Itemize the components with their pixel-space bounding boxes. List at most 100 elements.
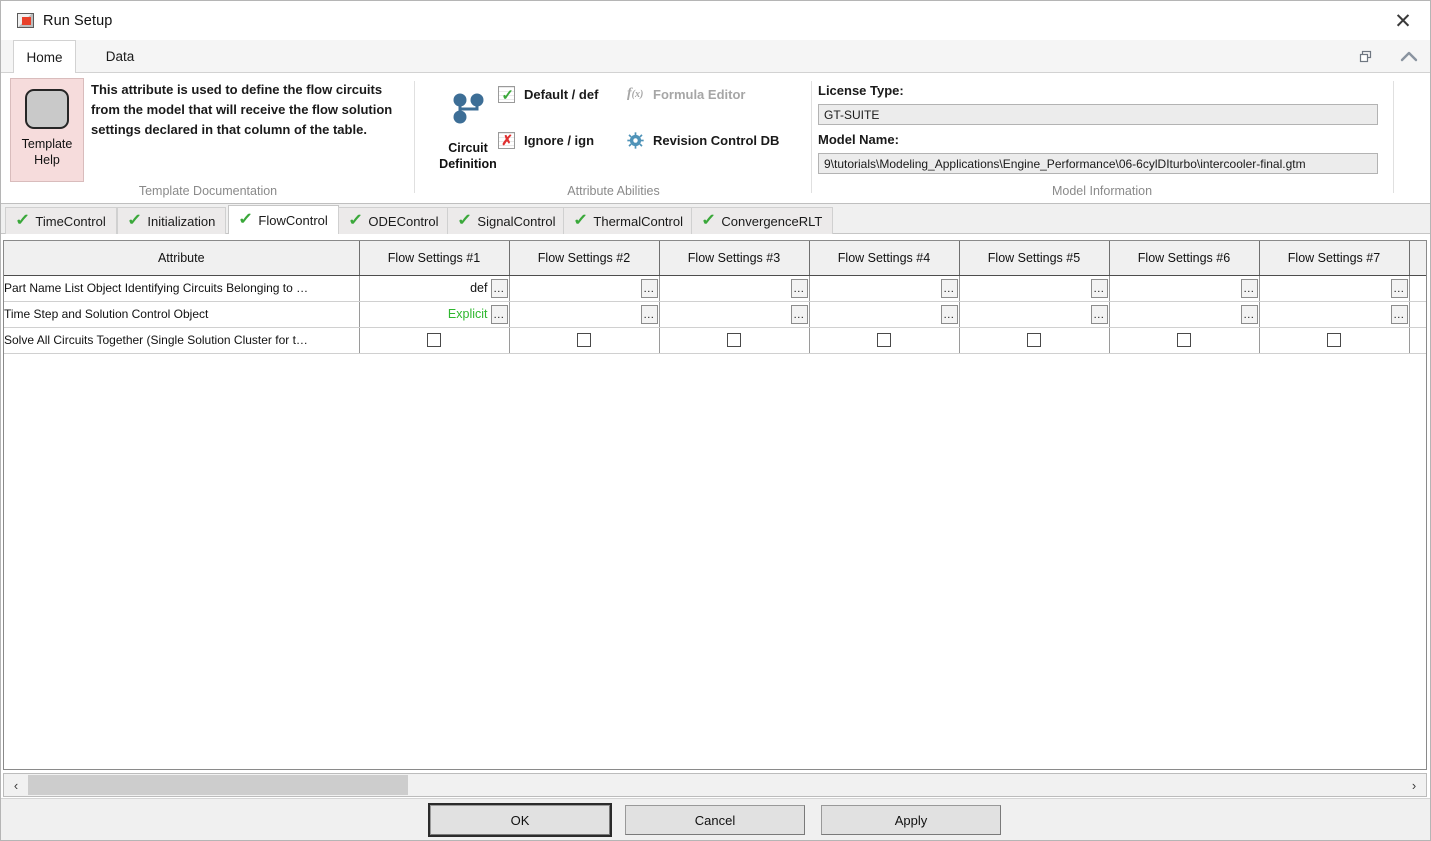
ok-button[interactable]: OK: [428, 803, 612, 837]
tab-odecontrol[interactable]: ✓ ODEControl: [338, 207, 450, 234]
tab-signalcontrol[interactable]: ✓ SignalControl: [447, 207, 567, 234]
cell-r0c2[interactable]: ...: [509, 275, 660, 302]
check-icon: ✓: [347, 212, 364, 229]
license-type-label: License Type:: [818, 83, 904, 98]
table-row[interactable]: Solve All Circuits Together (Single Solu…: [4, 327, 1426, 354]
ellipsis-button[interactable]: ...: [640, 278, 658, 298]
cell-r2c8-overflow[interactable]: [1409, 327, 1426, 354]
ability-formula-editor[interactable]: f(x) Formula Editor: [627, 86, 745, 102]
cell-r1c1[interactable]: Explicit ...: [359, 301, 510, 328]
ellipsis-button[interactable]: ...: [640, 304, 658, 324]
scrollbar-thumb[interactable]: [28, 775, 408, 795]
cell-r2c6[interactable]: [1109, 327, 1260, 354]
tab-timecontrol[interactable]: ✓ TimeControl: [5, 207, 117, 234]
tab-timecontrol-label: TimeControl: [35, 213, 106, 229]
collapse-ribbon-icon[interactable]: [1400, 49, 1418, 65]
ellipsis-button[interactable]: ...: [490, 278, 508, 298]
cell-r1c5[interactable]: ...: [959, 301, 1110, 328]
cell-r0c4[interactable]: ...: [809, 275, 960, 302]
template-help-button[interactable]: Template Help: [10, 78, 84, 182]
ellipsis-button[interactable]: ...: [1240, 278, 1258, 298]
cell-r1c3[interactable]: ...: [659, 301, 810, 328]
ability-ignore-ign-label: Ignore / ign: [524, 133, 595, 148]
tab-signalcontrol-label: SignalControl: [477, 213, 556, 229]
template-help-label-line2: Help: [34, 153, 60, 167]
column-header-flow-settings-4[interactable]: Flow Settings #4: [809, 241, 960, 276]
cell-r0c8-overflow[interactable]: [1409, 275, 1426, 302]
ellipsis-button[interactable]: ...: [490, 304, 508, 324]
ellipsis-button[interactable]: ...: [1390, 278, 1408, 298]
column-header-flow-settings-2[interactable]: Flow Settings #2: [509, 241, 660, 276]
column-header-flow-settings-3[interactable]: Flow Settings #3: [659, 241, 810, 276]
ellipsis-button[interactable]: ...: [790, 278, 808, 298]
ribbon-tab-home[interactable]: Home: [13, 40, 76, 74]
tab-thermalcontrol[interactable]: ✓ ThermalControl: [563, 207, 694, 234]
ability-ignore-ign[interactable]: ✗ Ignore / ign: [498, 132, 594, 149]
cell-r0c3[interactable]: ...: [659, 275, 810, 302]
cell-r0c7[interactable]: ...: [1259, 275, 1410, 302]
license-type-field: GT-SUITE: [818, 104, 1378, 125]
cell-r1c6[interactable]: ...: [1109, 301, 1260, 328]
cell-r2c1[interactable]: [359, 327, 510, 354]
column-header-flow-settings-5[interactable]: Flow Settings #5: [959, 241, 1110, 276]
scroll-right-icon[interactable]: ›: [1402, 774, 1426, 796]
ellipsis-button[interactable]: ...: [940, 304, 958, 324]
ellipsis-button[interactable]: ...: [1240, 304, 1258, 324]
scroll-left-icon[interactable]: ‹: [4, 774, 28, 796]
circuit-definition-label-line1: Circuit: [448, 141, 488, 155]
fx-icon: f(x): [627, 86, 644, 101]
column-header-overflow[interactable]: [1409, 241, 1426, 276]
column-header-attribute[interactable]: Attribute: [4, 241, 360, 276]
dialog-footer: OK Cancel Apply: [1, 798, 1430, 840]
checkbox[interactable]: [427, 333, 441, 347]
checkbox[interactable]: [1327, 333, 1341, 347]
ability-revision-control-db[interactable]: Revision Control DB: [627, 132, 779, 149]
tab-convergencerlt[interactable]: ✓ ConvergenceRLT: [691, 207, 834, 234]
window-title: Run Setup: [43, 12, 113, 29]
scrollbar-track[interactable]: [28, 774, 1402, 796]
restore-window-icon[interactable]: [1358, 49, 1374, 65]
table-header-row: Attribute Flow Settings #1 Flow Settings…: [4, 241, 1426, 276]
checkbox[interactable]: [577, 333, 591, 347]
cell-r1c4[interactable]: ...: [809, 301, 960, 328]
cell-r0c5[interactable]: ...: [959, 275, 1110, 302]
cell-r2c7[interactable]: [1259, 327, 1410, 354]
model-name-field[interactable]: 9\tutorials\Modeling_Applications\Engine…: [818, 153, 1378, 174]
checkbox[interactable]: [1027, 333, 1041, 347]
group-divider: [1393, 81, 1394, 193]
cell-r2c5[interactable]: [959, 327, 1110, 354]
checkbox[interactable]: [727, 333, 741, 347]
cell-r2c3[interactable]: [659, 327, 810, 354]
attribute-table[interactable]: Attribute Flow Settings #1 Flow Settings…: [3, 240, 1427, 770]
column-header-flow-settings-1[interactable]: Flow Settings #1: [359, 241, 510, 276]
table-row[interactable]: Part Name List Object Identifying Circui…: [4, 275, 1426, 302]
cell-r0c1[interactable]: def ...: [359, 275, 510, 302]
ribbon-tab-data[interactable]: Data: [93, 40, 147, 73]
tab-flowcontrol[interactable]: ✓ FlowControl: [228, 205, 339, 234]
cell-r1c8-overflow[interactable]: [1409, 301, 1426, 328]
ellipsis-button[interactable]: ...: [1390, 304, 1408, 324]
ellipsis-button[interactable]: ...: [1090, 278, 1108, 298]
tab-initialization[interactable]: ✓ Initialization: [117, 207, 227, 234]
horizontal-scrollbar[interactable]: ‹ ›: [3, 773, 1427, 797]
ellipsis-button[interactable]: ...: [940, 278, 958, 298]
cell-r1c2[interactable]: ...: [509, 301, 660, 328]
apply-button[interactable]: Apply: [821, 805, 1001, 835]
cell-r0c6[interactable]: ...: [1109, 275, 1260, 302]
cell-r2c4[interactable]: [809, 327, 960, 354]
ellipsis-button[interactable]: ...: [1090, 304, 1108, 324]
ability-default-def[interactable]: ✓ Default / def: [498, 86, 598, 103]
circuit-definition-button[interactable]: Circuit Definition: [429, 81, 507, 181]
cell-r1c7[interactable]: ...: [1259, 301, 1410, 328]
close-icon[interactable]: ✕: [1388, 8, 1418, 34]
checkbox[interactable]: [877, 333, 891, 347]
checkbox-red-x-icon: ✗: [498, 132, 515, 149]
column-header-flow-settings-7[interactable]: Flow Settings #7: [1259, 241, 1410, 276]
column-header-flow-settings-6[interactable]: Flow Settings #6: [1109, 241, 1260, 276]
cancel-button[interactable]: Cancel: [625, 805, 805, 835]
table-row[interactable]: Time Step and Solution Control Object Ex…: [4, 301, 1426, 328]
tab-convergencerlt-label: ConvergenceRLT: [721, 213, 823, 229]
cell-r2c2[interactable]: [509, 327, 660, 354]
ellipsis-button[interactable]: ...: [790, 304, 808, 324]
checkbox[interactable]: [1177, 333, 1191, 347]
